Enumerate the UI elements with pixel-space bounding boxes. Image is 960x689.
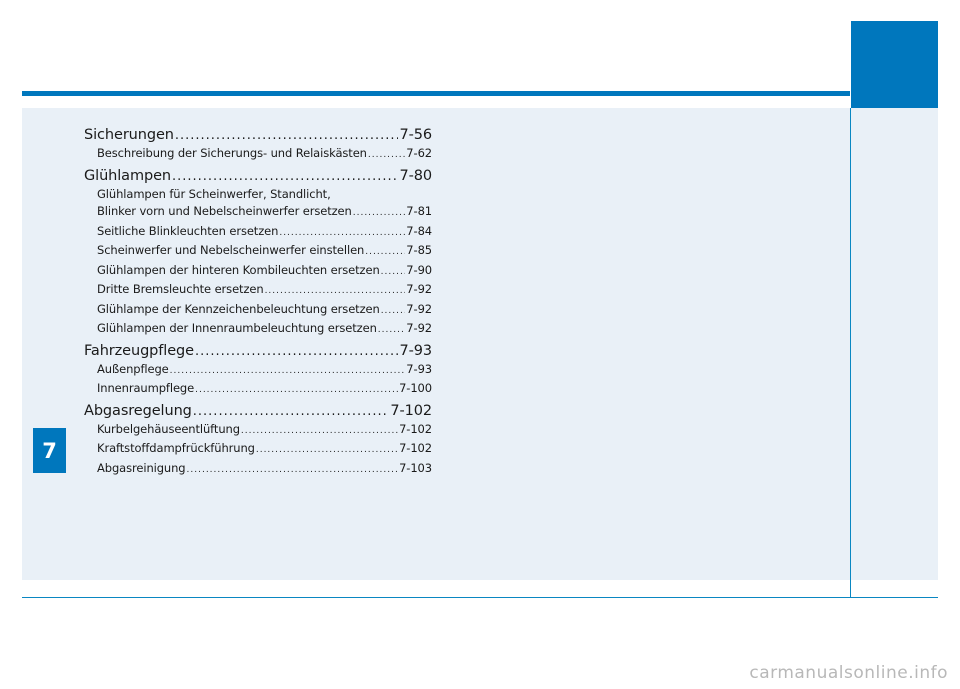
toc-item-title: Glühlampe der Kennzeichenbeleuchtung ers… (97, 301, 380, 316)
toc-item-title: Abgasreinigung (97, 460, 186, 475)
toc-leader-dots (175, 126, 399, 145)
toc-item-page: 7-92 (406, 301, 432, 316)
toc-section-page: 7-56 (399, 127, 432, 143)
toc-item-first-line: Glühlampen für Scheinwerfer, Standlicht, (97, 186, 331, 201)
toc-item[interactable]: Seitliche Blinkleuchten ersetzen 7-84 (84, 223, 432, 243)
toc-leader-dots (170, 363, 406, 381)
toc-item[interactable]: Glühlampe der Kennzeichenbeleuchtung ers… (84, 301, 432, 321)
toc-item[interactable]: Glühlampen der hinteren Kombileuchten er… (84, 262, 432, 282)
toc-leader-dots (353, 205, 406, 223)
panel-divider (850, 108, 851, 598)
toc-leader-dots (365, 244, 405, 262)
toc-item-page: 7-93 (406, 361, 432, 376)
toc-leader-dots (195, 382, 398, 400)
toc-item-page: 7-85 (406, 243, 432, 257)
toc-section-page: 7-102 (390, 402, 432, 419)
toc-leader-dots (241, 423, 398, 441)
toc-section-title: Sicherungen (84, 127, 174, 143)
footer-rule (22, 597, 938, 598)
header-rule (22, 91, 850, 96)
toc-item-page: 7-62 (406, 146, 432, 160)
toc-leader-dots (265, 283, 406, 301)
toc-section-abgasregelung[interactable]: Abgasregelung 7-102 (84, 402, 432, 421)
toc-item-page: 7-84 (406, 223, 432, 238)
toc-item[interactable]: Abgasreinigung 7-103 (84, 460, 432, 480)
toc-section-sicherungen[interactable]: Sicherungen 7-56 (84, 126, 432, 145)
toc-section-title: Glühlampen (84, 167, 171, 184)
toc-item[interactable]: Kurbelgehäuseentlüftung 7-102 (84, 421, 432, 441)
toc-item-title: Beschreibung der Sicherungs- und Relaisk… (97, 146, 367, 160)
toc-leader-dots (381, 303, 406, 321)
toc-item-page: 7-90 (406, 262, 432, 277)
toc-item[interactable]: Blinker vorn und Nebelscheinwerfer erset… (84, 203, 432, 223)
toc-item[interactable]: Außenpflege 7-93 (84, 361, 432, 381)
toc-item-title: Seitliche Blinkleuchten ersetzen (97, 223, 279, 238)
toc-item-page: 7-92 (406, 321, 432, 335)
toc-leader-dots (187, 462, 399, 480)
toc-item[interactable]: Scheinwerfer und Nebelscheinwerfer einst… (84, 242, 432, 262)
toc-item[interactable]: Innenraumpflege 7-100 (84, 380, 432, 400)
toc-section-title: Abgasregelung (84, 402, 192, 419)
table-of-contents: Sicherungen 7-56 Beschreibung der Sicher… (84, 124, 432, 479)
toc-item[interactable]: Glühlampen der Innenraumbeleuchtung erse… (84, 320, 432, 340)
toc-item-page: 7-100 (399, 381, 432, 395)
toc-leader-dots (279, 225, 405, 243)
toc-item-title: Dritte Bremsleuchte ersetzen (97, 282, 264, 296)
toc-leader-dots (378, 322, 406, 340)
toc-item-title: Kraftstoffdampfrückführung (97, 441, 255, 455)
toc-section-title: Fahrzeugpflege (84, 342, 194, 359)
watermark: carmanualsonline.info (749, 663, 948, 683)
toc-section-page: 7-80 (399, 167, 432, 184)
toc-item-title: Scheinwerfer und Nebelscheinwerfer einst… (97, 243, 365, 257)
toc-leader-dots (381, 264, 406, 282)
toc-leader-dots (195, 342, 399, 361)
toc-item-page: 7-92 (406, 282, 432, 296)
toc-item[interactable]: Dritte Bremsleuchte ersetzen 7-92 (84, 281, 432, 301)
toc-section-fahrzeugpflege[interactable]: Fahrzeugpflege 7-93 (84, 342, 432, 361)
toc-leader-dots (368, 147, 405, 165)
toc-item[interactable]: Beschreibung der Sicherungs- und Relaisk… (84, 145, 432, 165)
toc-section-gluehlampen[interactable]: Glühlampen 7-80 (84, 167, 432, 186)
toc-leader-dots (172, 167, 398, 186)
toc-item-page: 7-102 (399, 441, 432, 455)
toc-item-title: Innenraumpflege (97, 381, 195, 395)
toc-item[interactable]: Kraftstoffdampfrückführung 7-102 (84, 440, 432, 460)
toc-item-page: 7-81 (406, 204, 432, 218)
toc-leader-dots (193, 402, 390, 421)
toc-item-title: Glühlampen der Innenraumbeleuchtung erse… (97, 321, 377, 335)
toc-item-page: 7-102 (399, 421, 432, 436)
toc-item-page: 7-103 (399, 460, 432, 475)
toc-item-title: Kurbelgehäuseentlüftung (97, 421, 240, 436)
toc-item-title: Außenpflege (97, 361, 169, 376)
chapter-tab: 7 (33, 428, 66, 473)
toc-item-title: Glühlampen der hinteren Kombileuchten er… (97, 262, 380, 277)
toc-item-title: Blinker vorn und Nebelscheinwerfer erset… (97, 204, 352, 218)
toc-section-page: 7-93 (399, 342, 432, 359)
corner-color-block (851, 21, 938, 109)
toc-leader-dots (256, 442, 398, 460)
